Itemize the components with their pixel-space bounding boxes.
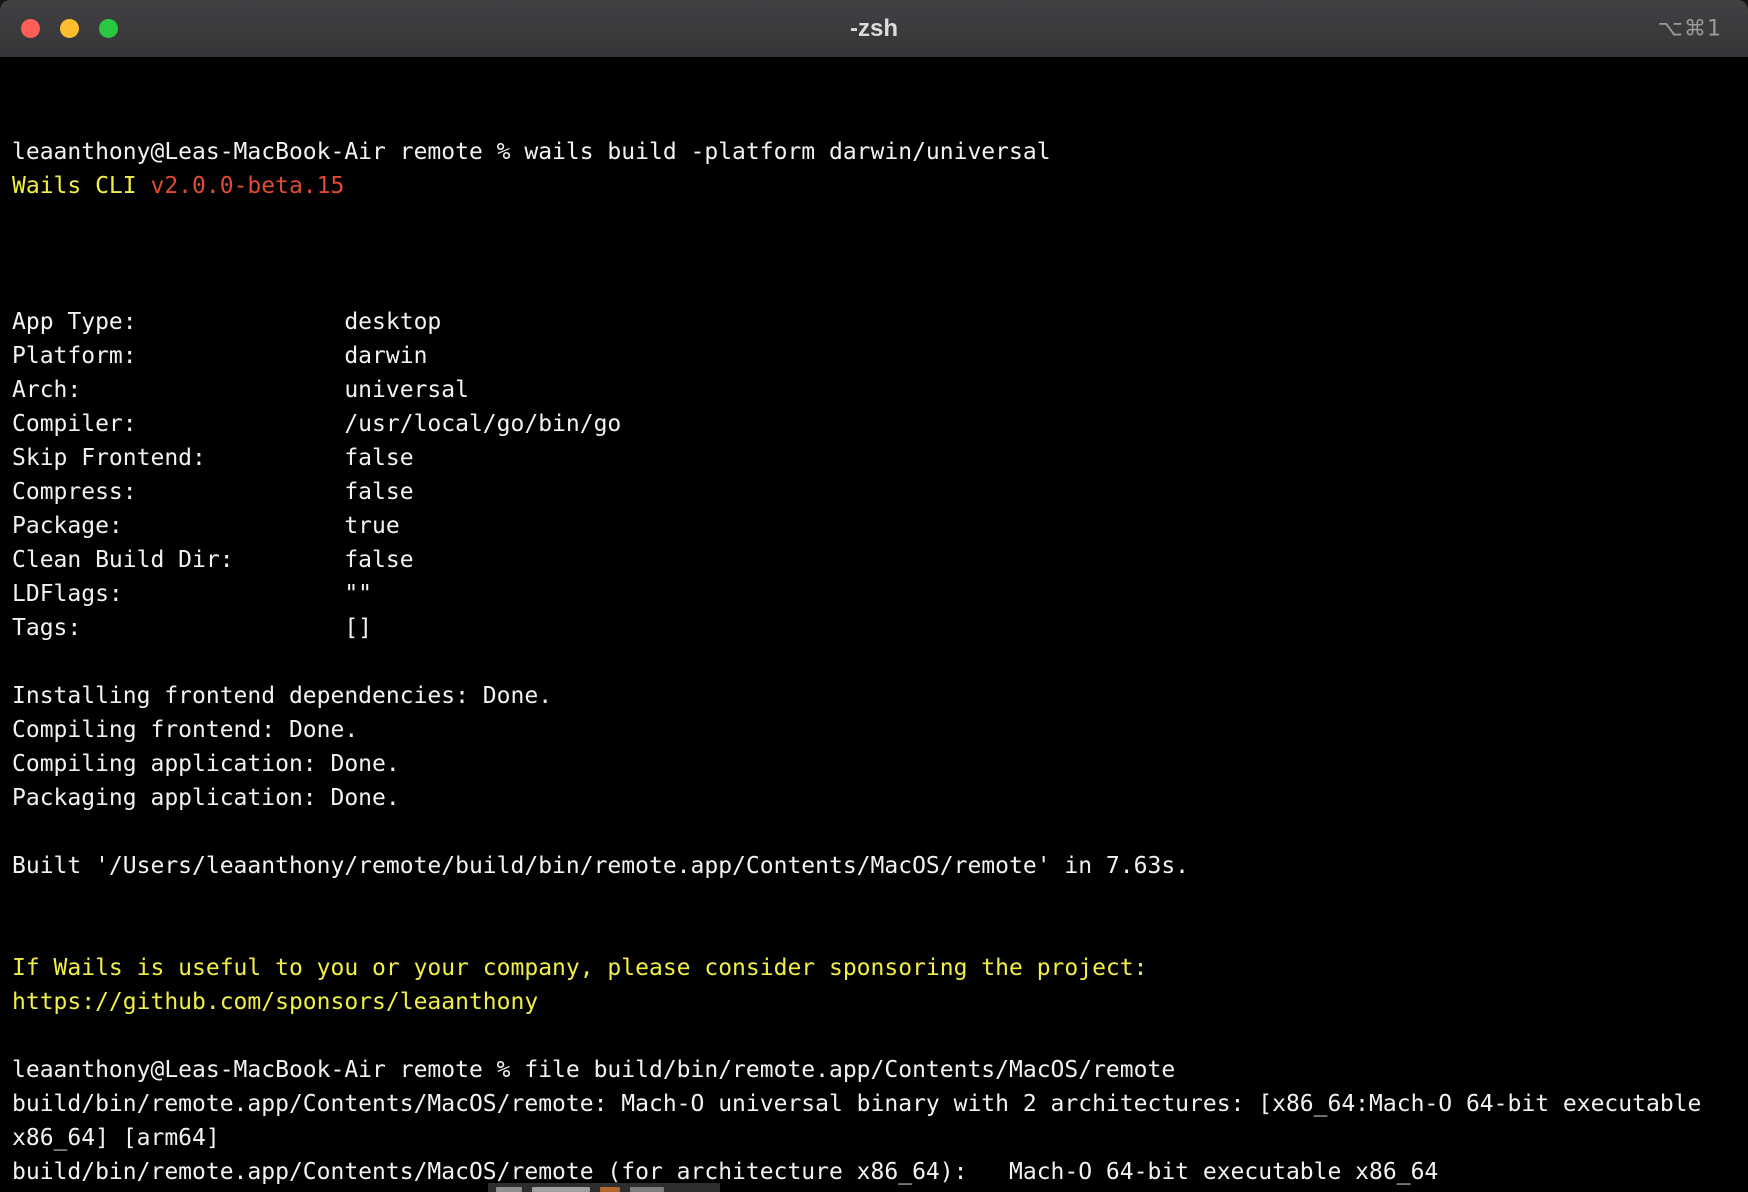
window-title: -zsh [850, 15, 898, 43]
terminal-output: leaanthony@Leas-MacBook-Air remote % wai… [12, 135, 1736, 1192]
terminal-line: Platform: darwin [12, 339, 1736, 373]
sliver-glyph [630, 1187, 664, 1192]
terminal-line [12, 203, 1736, 237]
terminal-line: Compress: false [12, 475, 1736, 509]
terminal-line: Clean Build Dir: false [12, 543, 1736, 577]
terminal-text: Clean Build Dir: false [12, 547, 414, 573]
terminal-text: Platform: darwin [12, 343, 427, 369]
terminal-text: LDFlags: "" [12, 581, 372, 607]
terminal-line: build/bin/remote.app/Contents/MacOS/remo… [12, 1087, 1736, 1121]
terminal-line [12, 237, 1736, 271]
close-button[interactable] [21, 19, 40, 38]
terminal-line: leaanthony@Leas-MacBook-Air remote % wai… [12, 135, 1736, 169]
terminal-line [12, 917, 1736, 951]
terminal-text: Built '/Users/leaanthony/remote/build/bi… [12, 853, 1189, 879]
terminal-line: https://github.com/sponsors/leaanthony [12, 985, 1736, 1019]
terminal-line: If Wails is useful to you or your compan… [12, 951, 1736, 985]
terminal-line [12, 271, 1736, 305]
terminal-text: Compiling frontend: Done. [12, 717, 358, 743]
terminal-line: Skip Frontend: false [12, 441, 1736, 475]
sliver-glyph [532, 1187, 590, 1192]
terminal-line [12, 645, 1736, 679]
terminal-line: LDFlags: "" [12, 577, 1736, 611]
terminal-text: build/bin/remote.app/Contents/MacOS/remo… [12, 1159, 1438, 1185]
terminal-line [12, 815, 1736, 849]
terminal-text: leaanthony@Leas-MacBook-Air remote % wai… [12, 139, 1051, 165]
terminal-line: Compiling application: Done. [12, 747, 1736, 781]
terminal-text: Installing frontend dependencies: Done. [12, 683, 552, 709]
terminal-line: Built '/Users/leaanthony/remote/build/bi… [12, 849, 1736, 883]
terminal-line [12, 1019, 1736, 1053]
keyboard-shortcut-hint: ⌥⌘1 [1658, 16, 1722, 41]
minimize-button[interactable] [60, 19, 79, 38]
terminal-text: https://github.com/sponsors/leaanthony [12, 989, 538, 1015]
terminal-text: leaanthony@Leas-MacBook-Air remote % fil… [12, 1057, 1175, 1083]
terminal-line: Tags: [] [12, 611, 1736, 645]
background-window-sliver [488, 1183, 720, 1192]
terminal-text: Package: true [12, 513, 400, 539]
terminal-line: Packaging application: Done. [12, 781, 1736, 815]
terminal-window: -zsh ⌥⌘1 leaanthony@Leas-MacBook-Air rem… [0, 0, 1748, 1192]
terminal[interactable]: leaanthony@Leas-MacBook-Air remote % wai… [0, 58, 1748, 1192]
sliver-glyph [600, 1187, 620, 1192]
traffic-lights [21, 0, 118, 57]
sliver-glyph [496, 1187, 522, 1192]
terminal-text: Packaging application: Done. [12, 785, 400, 811]
terminal-text: Wails CLI [12, 173, 150, 199]
titlebar[interactable]: -zsh ⌥⌘1 [0, 0, 1748, 58]
terminal-text: Tags: [] [12, 615, 372, 641]
terminal-line: Compiler: /usr/local/go/bin/go [12, 407, 1736, 441]
terminal-line: Wails CLI v2.0.0-beta.15 [12, 169, 1736, 203]
terminal-text: App Type: desktop [12, 309, 441, 335]
terminal-line: build/bin/remote.app/Contents/MacOS/remo… [12, 1155, 1736, 1189]
terminal-line: Compiling frontend: Done. [12, 713, 1736, 747]
terminal-line: leaanthony@Leas-MacBook-Air remote % fil… [12, 1053, 1736, 1087]
terminal-text: Arch: universal [12, 377, 469, 403]
terminal-text: If Wails is useful to you or your compan… [12, 955, 1147, 981]
terminal-text: v2.0.0-beta.15 [150, 173, 344, 199]
zoom-button[interactable] [99, 19, 118, 38]
terminal-line: Installing frontend dependencies: Done. [12, 679, 1736, 713]
terminal-text: Compress: false [12, 479, 414, 505]
terminal-text: x86_64] [arm64] [12, 1125, 220, 1151]
terminal-text: build/bin/remote.app/Contents/MacOS/remo… [12, 1091, 1701, 1117]
terminal-line [12, 883, 1736, 917]
terminal-line: Arch: universal [12, 373, 1736, 407]
terminal-line: App Type: desktop [12, 305, 1736, 339]
terminal-line: Package: true [12, 509, 1736, 543]
terminal-text: Skip Frontend: false [12, 445, 414, 471]
terminal-text: Compiler: /usr/local/go/bin/go [12, 411, 621, 437]
terminal-text: Compiling application: Done. [12, 751, 400, 777]
terminal-line: x86_64] [arm64] [12, 1121, 1736, 1155]
